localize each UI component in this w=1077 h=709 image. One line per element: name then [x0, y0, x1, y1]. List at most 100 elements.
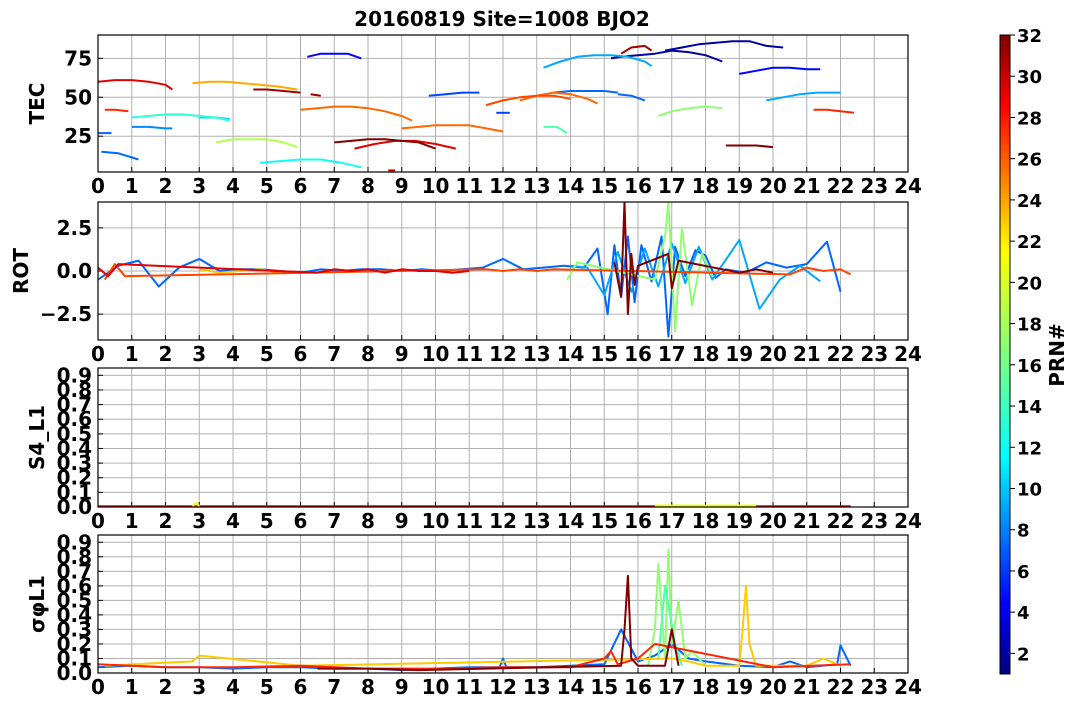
- panel-rot: 0 1 2 3 4 5 6 7 8 9 10 11 12 13 14 15 16 17 18 19 20 21 22 23 24…: [9, 201, 922, 366]
- x-tick-label: 21: [793, 342, 821, 366]
- y-tick-label: 0.9: [57, 363, 92, 387]
- x-tick-label: 12: [489, 509, 517, 533]
- y-tick-label: 0.9: [57, 530, 92, 554]
- x-tick-label: 19: [725, 342, 753, 366]
- x-tick-label: 14: [557, 342, 585, 366]
- x-tick-label: 10: [422, 174, 450, 198]
- colorbar-tick-label: 30: [1017, 67, 1042, 88]
- x-tick-label: 17: [658, 509, 686, 533]
- x-tick-label: 17: [658, 174, 686, 198]
- y-tick-label: 0.0: [57, 259, 92, 283]
- y-tick-label: 50: [64, 85, 92, 109]
- colorbar-tick-label: 28: [1017, 108, 1042, 129]
- x-tick-label: 4: [226, 342, 240, 366]
- colorbar-tick-label: 8: [1017, 521, 1030, 542]
- x-tick-label: 11: [455, 342, 483, 366]
- x-tick-label: 2: [159, 174, 173, 198]
- x-tick-label: 21: [793, 509, 821, 533]
- x-tick-label: 3: [192, 342, 206, 366]
- x-tick-label: 13: [523, 342, 551, 366]
- x-tick-label: 17: [658, 342, 686, 366]
- x-tick-label: 4: [226, 174, 240, 198]
- x-tick-label: 3: [192, 509, 206, 533]
- x-tick-label: 9: [395, 174, 409, 198]
- x-tick-label: 7: [327, 174, 341, 198]
- x-tick-label: 6: [294, 509, 308, 533]
- colorbar-tick-label: 6: [1017, 562, 1030, 583]
- x-tick-label: 7: [327, 509, 341, 533]
- x-tick-label: 8: [361, 509, 375, 533]
- x-tick-label: 2: [159, 675, 173, 699]
- x-tick-label: 15: [590, 509, 618, 533]
- x-tick-label: 20: [759, 342, 787, 366]
- x-tick-label: 23: [860, 174, 888, 198]
- x-tick-label: 19: [725, 675, 753, 699]
- y-axis-label: TEC: [25, 83, 49, 125]
- x-tick-label: 18: [692, 675, 720, 699]
- x-tick-label: 16: [624, 509, 652, 533]
- x-tick-label: 8: [361, 174, 375, 198]
- x-tick-label: 21: [793, 675, 821, 699]
- x-tick-label: 20: [759, 174, 787, 198]
- x-tick-label: 10: [422, 509, 450, 533]
- x-tick-label: 15: [590, 342, 618, 366]
- colorbar-tick-label: 20: [1017, 273, 1042, 294]
- x-tick-label: 10: [422, 675, 450, 699]
- colorbar: 2468101214161820222426283032 PRN#: [999, 26, 1069, 675]
- x-tick-label: 12: [489, 174, 517, 198]
- x-tick-label: 18: [692, 174, 720, 198]
- x-tick-label: 11: [455, 509, 483, 533]
- x-tick-label: 23: [860, 675, 888, 699]
- x-tick-label: 3: [192, 675, 206, 699]
- panel-s4: 0 1 2 3 4 5 6 7 8 9 10 11 12 13 14 15 16 17 18 19 20 21 22 23 24…: [25, 363, 922, 533]
- x-tick-label: 8: [361, 342, 375, 366]
- x-tick-label: 7: [327, 342, 341, 366]
- x-tick-label: 5: [260, 675, 274, 699]
- colorbar-tick-label: 12: [1017, 438, 1042, 459]
- x-tick-label: 23: [860, 342, 888, 366]
- y-axis-label: σφL1: [25, 575, 49, 633]
- x-tick-label: 14: [557, 174, 585, 198]
- colorbar-tick-label: 2: [1017, 644, 1030, 665]
- colorbar-tick-label: 32: [1017, 26, 1042, 47]
- y-axis-label: ROT: [9, 248, 33, 294]
- x-tick-label: 21: [793, 174, 821, 198]
- panel-sigma: 0 1 2 3 4 5 6 7 8 9 10 11 12 13 14 15 16 17 18 19 20 21 22 23 24…: [25, 530, 922, 699]
- x-tick-label: 16: [624, 675, 652, 699]
- x-tick-label: 16: [624, 342, 652, 366]
- x-tick-label: 0: [91, 342, 105, 366]
- x-tick-label: 5: [260, 509, 274, 533]
- x-tick-label: 22: [827, 509, 855, 533]
- x-tick-label: 22: [827, 675, 855, 699]
- colorbar-tick-label: 10: [1017, 479, 1042, 500]
- y-tick-label: −2.5: [40, 302, 92, 326]
- y-tick-label: 25: [64, 124, 92, 148]
- x-tick-label: 22: [827, 174, 855, 198]
- x-tick-label: 1: [125, 675, 139, 699]
- x-tick-label: 9: [395, 342, 409, 366]
- x-tick-label: 10: [422, 342, 450, 366]
- x-tick-label: 14: [557, 675, 585, 699]
- x-tick-label: 23: [860, 509, 888, 533]
- x-tick-label: 1: [125, 509, 139, 533]
- x-tick-label: 0: [91, 509, 105, 533]
- x-tick-label: 9: [395, 509, 409, 533]
- x-tick-label: 13: [523, 675, 551, 699]
- x-tick-label: 15: [590, 675, 618, 699]
- y-tick-label: 2.5: [57, 216, 92, 240]
- x-tick-label: 5: [260, 174, 274, 198]
- x-tick-label: 12: [489, 675, 517, 699]
- x-tick-label: 13: [523, 174, 551, 198]
- colorbar-label: PRN#: [1045, 323, 1069, 387]
- x-tick-label: 6: [294, 342, 308, 366]
- x-tick-label: 16: [624, 174, 652, 198]
- chart-title: 20160819 Site=1008 BJO2: [354, 7, 650, 31]
- x-tick-label: 0: [91, 675, 105, 699]
- x-tick-label: 7: [327, 675, 341, 699]
- x-tick-label: 20: [759, 675, 787, 699]
- colorbar-tick-label: 24: [1017, 191, 1042, 212]
- x-tick-label: 3: [192, 174, 206, 198]
- x-tick-label: 2: [159, 342, 173, 366]
- x-tick-label: 20: [759, 509, 787, 533]
- x-tick-label: 9: [395, 675, 409, 699]
